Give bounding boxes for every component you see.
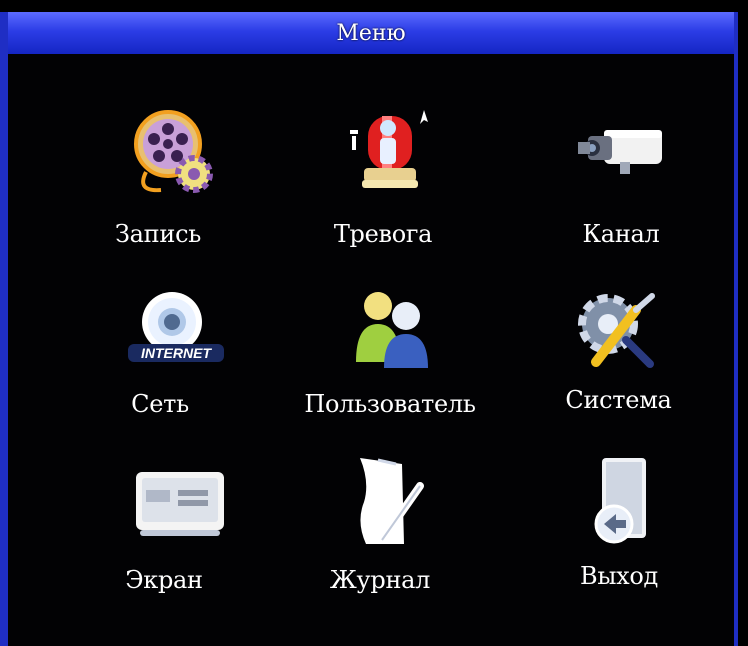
internet-icon-text: INTERNET	[141, 345, 212, 361]
menu-item-label: Система	[565, 386, 672, 414]
menu-item-label: Запись	[115, 220, 201, 248]
exit-door-icon	[594, 458, 646, 544]
menu-item-log[interactable]: Журнал	[288, 452, 488, 602]
menu-window: Меню Запись Тревога Канал INTERNET Сеть …	[0, 12, 738, 646]
log-journal-icon	[360, 458, 424, 544]
monitor-screen-icon	[136, 472, 224, 536]
menu-item-label: Сеть	[131, 390, 189, 418]
menu-item-exit[interactable]: Выход	[522, 452, 722, 602]
system-tools-icon	[578, 293, 655, 368]
menu-item-users[interactable]: Пользователь	[290, 280, 490, 430]
menu-item-screen[interactable]: Экран	[80, 452, 280, 602]
camera-channel-icon	[578, 130, 662, 174]
alarm-siren-icon	[350, 110, 428, 188]
record-reel-gear-icon	[134, 110, 213, 193]
menu-item-channel[interactable]: Канал	[518, 102, 718, 252]
menu-item-record[interactable]: Запись	[76, 102, 276, 252]
internet-network-icon: INTERNET	[128, 292, 224, 362]
menu-item-label: Журнал	[329, 566, 431, 594]
menu-item-system[interactable]: Система	[516, 280, 716, 430]
menu-item-network[interactable]: INTERNET Сеть	[78, 280, 278, 430]
window-title: Меню	[8, 12, 734, 54]
users-icon	[356, 292, 428, 368]
menu-item-label: Тревога	[333, 220, 433, 248]
menu-item-alarm[interactable]: Тревога	[288, 102, 488, 252]
menu-item-label: Пользователь	[304, 390, 476, 418]
menu-item-label: Канал	[582, 220, 660, 248]
menu-item-label: Выход	[579, 562, 658, 590]
menu-item-label: Экран	[125, 566, 203, 594]
